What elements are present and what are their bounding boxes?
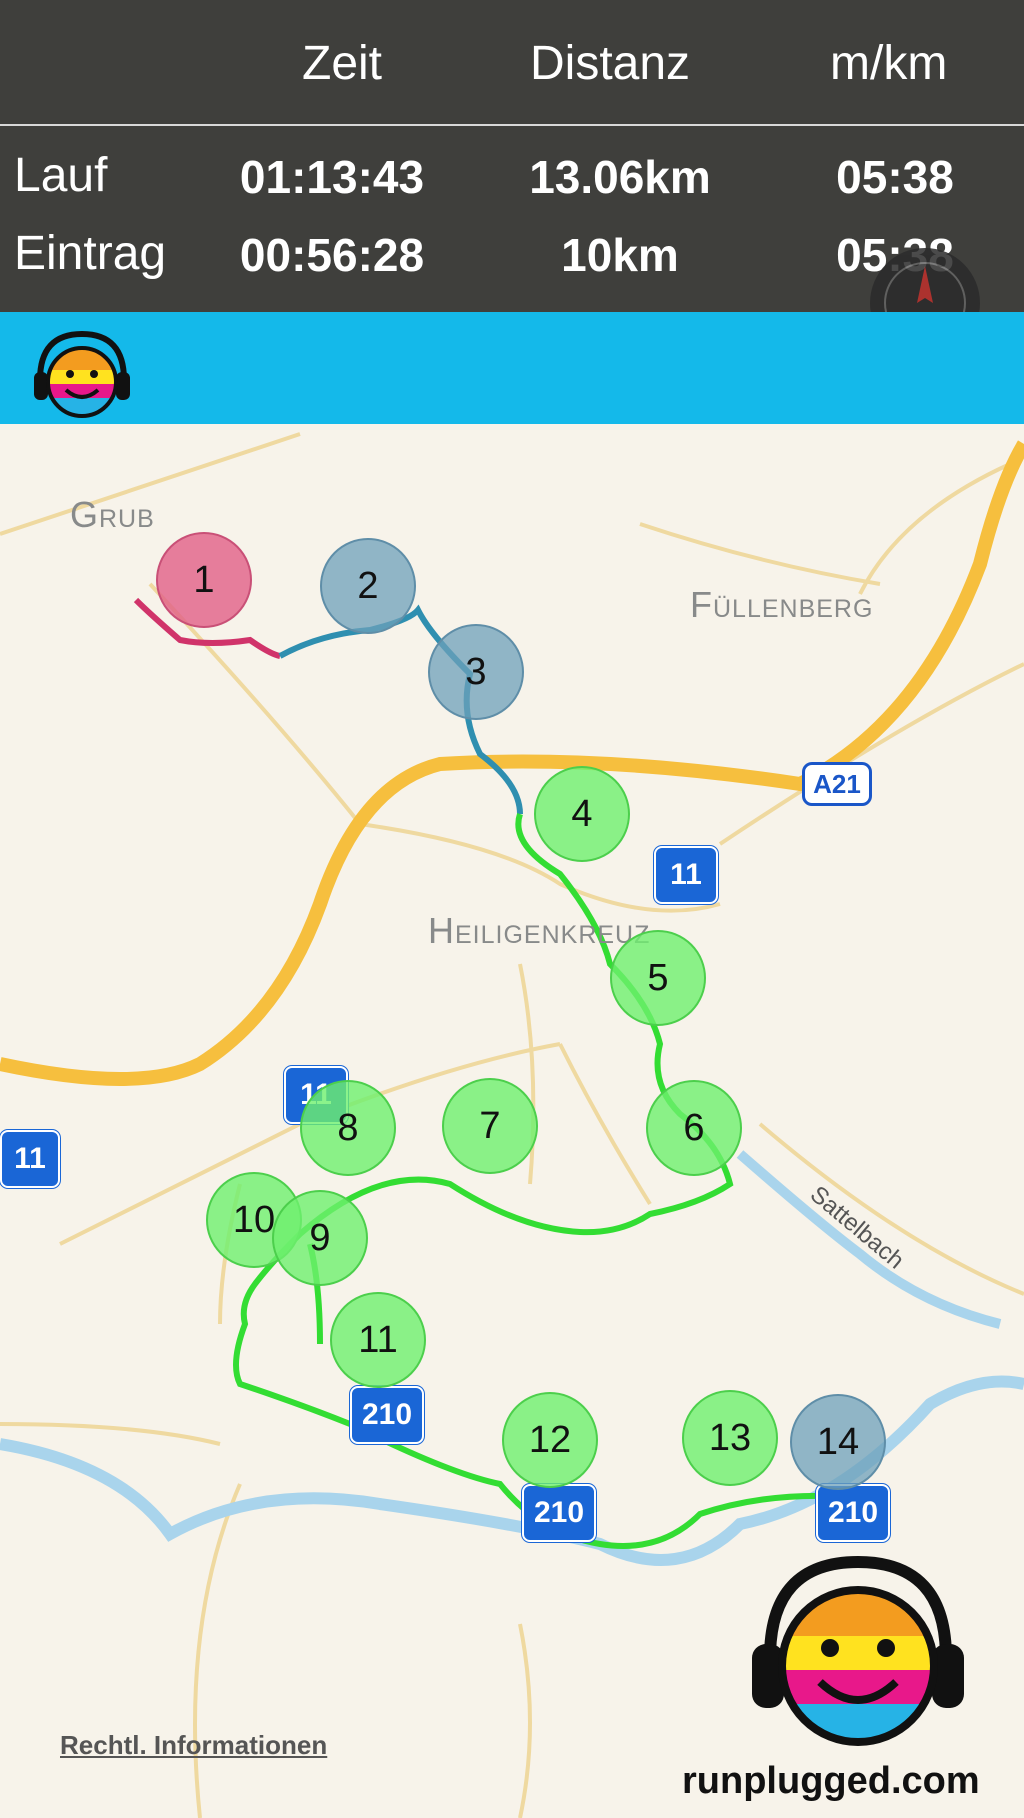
km-marker-14[interactable]: 14 [790,1394,886,1490]
brand-bar [0,312,1024,424]
place-heiligenkreuz: Heiligenkreuz [428,910,651,951]
shield-b11-east: 11 [654,846,718,904]
km-marker-8[interactable]: 8 [300,1080,396,1176]
km-marker-6[interactable]: 6 [646,1080,742,1176]
run-distance: 13.06km [529,151,711,203]
km-marker-11[interactable]: 11 [330,1292,426,1388]
row-run-label: Lauf [14,149,108,202]
km-marker-13[interactable]: 13 [682,1390,778,1486]
header-pace: m/km [830,37,948,90]
site-url: runplugged.com [682,1760,980,1802]
stats-panel: Zeit Distanz m/km Lauf 01:13:43 13.06km … [0,0,1024,312]
km-marker-3[interactable]: 3 [428,624,524,720]
stats-divider [0,124,1024,126]
km-marker-5[interactable]: 5 [610,930,706,1026]
place-fuellenberg: Füllenberg [690,584,874,625]
km-marker-12[interactable]: 12 [502,1392,598,1488]
header-distance: Distanz [530,37,691,90]
shield-b210-3: 210 [816,1484,890,1542]
runplugged-logo-large-icon [748,1548,968,1763]
place-grub: Grub [70,494,155,535]
run-time: 01:13:43 [239,151,425,203]
entry-distance: 10km [561,229,679,281]
shield-b210-2: 210 [522,1484,596,1542]
legal-link[interactable]: Rechtl. Informationen [60,1730,327,1761]
entry-time: 00:56:28 [239,229,425,281]
compass-icon[interactable] [870,248,980,312]
shield-a21: A21 [802,762,872,806]
shield-b210-1: 210 [350,1386,424,1444]
km-marker-7[interactable]: 7 [442,1078,538,1174]
row-entry-label: Eintrag [14,227,167,280]
motorway-a21 [0,440,1024,1086]
km-marker-2[interactable]: 2 [320,538,416,634]
runplugged-logo-icon[interactable] [30,328,134,433]
shield-b11-edge: 11 [0,1130,60,1188]
km-marker-9[interactable]: 9 [272,1190,368,1286]
km-marker-1[interactable]: 1 [156,532,252,628]
header-time: Zeit [302,37,383,90]
km-marker-4[interactable]: 4 [534,766,630,862]
run-pace: 05:38 [836,151,954,203]
